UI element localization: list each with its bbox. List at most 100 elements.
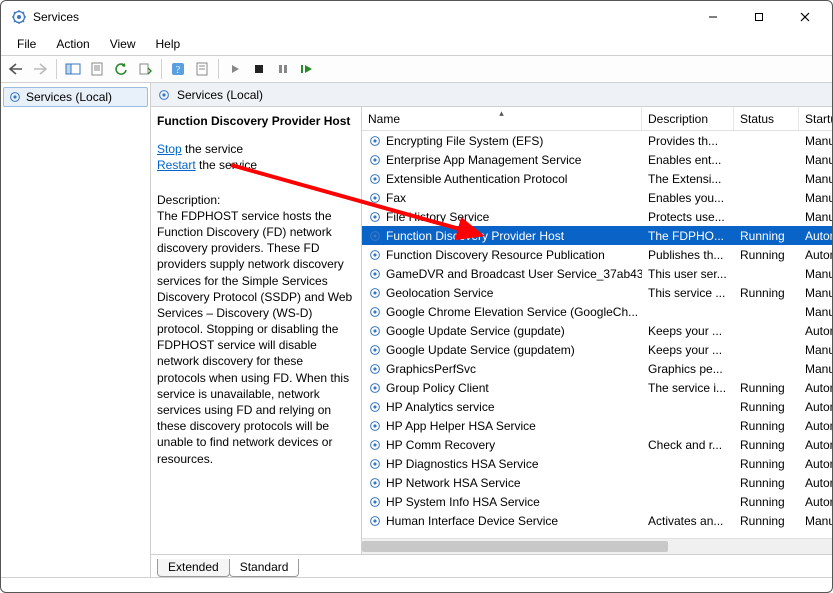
gear-icon xyxy=(368,438,382,452)
cell-name: HP System Info HSA Service xyxy=(362,495,642,509)
maximize-button[interactable] xyxy=(736,1,782,33)
service-name-text: Google Update Service (gupdate) xyxy=(386,324,565,338)
table-row[interactable]: HP App Helper HSA ServiceRunningAutomat xyxy=(362,416,832,435)
service-name-text: GameDVR and Broadcast User Service_37ab4… xyxy=(386,267,642,281)
cell-startup: Automat xyxy=(799,229,832,243)
cell-name: HP Network HSA Service xyxy=(362,476,642,490)
table-row[interactable]: File History ServiceProtects use...Manua… xyxy=(362,207,832,226)
start-service-button[interactable] xyxy=(224,58,246,80)
menu-help[interactable]: Help xyxy=(146,35,191,53)
help-button[interactable]: ? xyxy=(167,58,189,80)
cell-name: Encrypting File System (EFS) xyxy=(362,134,642,148)
gear-icon xyxy=(368,419,382,433)
service-name-text: Google Chrome Elevation Service (GoogleC… xyxy=(386,305,638,319)
table-row[interactable]: HP Analytics serviceRunningAutomat xyxy=(362,397,832,416)
table-row[interactable]: Human Interface Device ServiceActivates … xyxy=(362,511,832,530)
table-row[interactable]: Function Discovery Resource Publication P… xyxy=(362,245,832,264)
titlebar: Services xyxy=(1,1,832,33)
service-name-text: HP Analytics service xyxy=(386,400,495,414)
column-startup[interactable]: Startup Ty xyxy=(799,107,832,130)
table-row[interactable]: HP System Info HSA ServiceRunningAutomat xyxy=(362,492,832,511)
cell-startup: Manual xyxy=(799,153,832,167)
service-name-text: HP Network HSA Service xyxy=(386,476,521,490)
cell-status: Running xyxy=(734,514,799,528)
column-description[interactable]: Description xyxy=(642,107,734,130)
table-row[interactable]: Function Discovery Provider HostThe FDPH… xyxy=(362,226,832,245)
menu-file[interactable]: File xyxy=(7,35,46,53)
table-row[interactable]: Enterprise App Management ServiceEnables… xyxy=(362,150,832,169)
table-row[interactable]: Geolocation ServiceThis service ...Runni… xyxy=(362,283,832,302)
restart-link[interactable]: Restart xyxy=(157,158,196,172)
refresh-button[interactable] xyxy=(110,58,132,80)
cell-description: Publishes th... xyxy=(642,248,734,262)
cell-status: Running xyxy=(734,229,799,243)
table-row[interactable]: Group Policy ClientThe service i...Runni… xyxy=(362,378,832,397)
gear-icon xyxy=(368,210,382,224)
cell-startup: Manual xyxy=(799,343,832,357)
cell-startup: Manual xyxy=(799,191,832,205)
properties-toolbar-button[interactable] xyxy=(86,58,108,80)
column-status[interactable]: Status xyxy=(734,107,799,130)
minimize-button[interactable] xyxy=(690,1,736,33)
cell-startup: Manual ( xyxy=(799,514,832,528)
table-row[interactable]: Google Update Service (gupdatem)Keeps yo… xyxy=(362,340,832,359)
gear-icon xyxy=(368,362,382,376)
cell-description: Graphics pe... xyxy=(642,362,734,376)
column-name[interactable]: Name▴ xyxy=(362,107,642,130)
forward-button[interactable] xyxy=(29,58,51,80)
service-name-text: HP System Info HSA Service xyxy=(386,495,540,509)
tab-standard[interactable]: Standard xyxy=(229,559,300,577)
svg-text:?: ? xyxy=(176,65,181,76)
cell-description: Enables you... xyxy=(642,191,734,205)
cell-startup: Automat xyxy=(799,457,832,471)
cell-name: HP App Helper HSA Service xyxy=(362,419,642,433)
gear-icon xyxy=(368,495,382,509)
properties-button-2[interactable] xyxy=(191,58,213,80)
back-button[interactable] xyxy=(5,58,27,80)
tree-item-label: Services (Local) xyxy=(26,90,112,104)
list-rows[interactable]: Encrypting File System (EFS)Provides th.… xyxy=(362,131,832,538)
cell-name: File History Service xyxy=(362,210,642,224)
gear-icon xyxy=(368,305,382,319)
close-button[interactable] xyxy=(782,1,828,33)
cell-status: Running xyxy=(734,400,799,414)
table-row[interactable]: HP Network HSA ServiceRunningAutomat xyxy=(362,473,832,492)
cell-startup: Manual ( xyxy=(799,134,832,148)
table-row[interactable]: Google Chrome Elevation Service (GoogleC… xyxy=(362,302,832,321)
horizontal-scrollbar[interactable] xyxy=(362,538,832,554)
table-row[interactable]: Fax Enables you... Manual xyxy=(362,188,832,207)
show-hide-tree-button[interactable] xyxy=(62,58,84,80)
service-name-text: Fax xyxy=(386,191,406,205)
menu-action[interactable]: Action xyxy=(46,35,99,53)
table-row[interactable]: GraphicsPerfSvcGraphics pe...Manual ( xyxy=(362,359,832,378)
stop-service-button[interactable] xyxy=(248,58,270,80)
cell-description: This service ... xyxy=(642,286,734,300)
cell-description: Keeps your ... xyxy=(642,343,734,357)
menu-view[interactable]: View xyxy=(100,35,146,53)
tab-extended[interactable]: Extended xyxy=(157,559,230,577)
table-row[interactable]: HP Comm RecoveryCheck and r...RunningAut… xyxy=(362,435,832,454)
tree-item-services-local[interactable]: Services (Local) xyxy=(3,87,148,107)
restart-suffix: the service xyxy=(196,158,257,172)
cell-status: Running xyxy=(734,419,799,433)
cell-name: Google Update Service (gupdate) xyxy=(362,324,642,338)
table-row[interactable]: Extensible Authentication ProtocolThe Ex… xyxy=(362,169,832,188)
stop-link[interactable]: Stop xyxy=(157,142,182,156)
cell-startup: Manual ( xyxy=(799,210,832,224)
cell-status: Running xyxy=(734,476,799,490)
description-label: Description: xyxy=(157,192,353,208)
export-list-button[interactable] xyxy=(134,58,156,80)
restart-service-button[interactable] xyxy=(296,58,318,80)
cell-description: Provides th... xyxy=(642,134,734,148)
service-name-text: Function Discovery Resource Publication xyxy=(386,248,605,262)
scrollbar-thumb[interactable] xyxy=(362,541,668,552)
pause-service-button[interactable] xyxy=(272,58,294,80)
table-row[interactable]: Google Update Service (gupdate)Keeps you… xyxy=(362,321,832,340)
gear-icon xyxy=(368,381,382,395)
view-tabs: Extended Standard xyxy=(151,555,832,577)
console-tree[interactable]: Services (Local) xyxy=(1,83,151,577)
cell-description: This user ser... xyxy=(642,267,734,281)
table-row[interactable]: HP Diagnostics HSA ServiceRunningAutomat xyxy=(362,454,832,473)
table-row[interactable]: Encrypting File System (EFS)Provides th.… xyxy=(362,131,832,150)
table-row[interactable]: GameDVR and Broadcast User Service_37ab4… xyxy=(362,264,832,283)
